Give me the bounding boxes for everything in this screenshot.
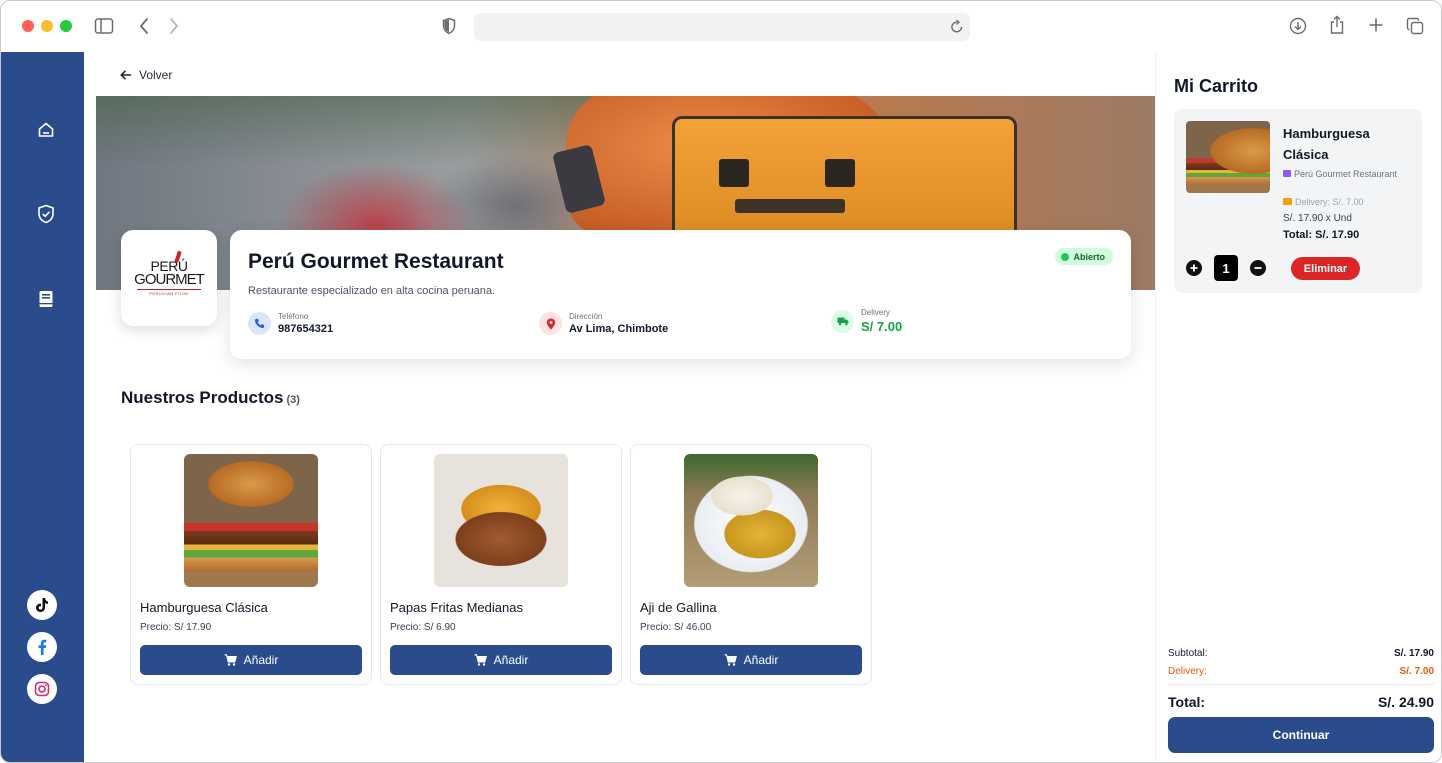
cart-item-delivery: Delivery: S/. 7.00 [1283,197,1364,207]
back-link[interactable]: Volver [120,68,172,82]
product-image [184,454,318,587]
subtotal-row: Subtotal: S/. 17.90 [1168,647,1434,659]
tiktok-icon[interactable] [27,590,57,620]
product-name: Hamburguesa Clásica [140,600,268,615]
share-icon[interactable] [1329,15,1345,35]
sidebar-toggle-icon[interactable] [94,17,114,35]
subtotal-value: S/. 17.90 [1393,647,1434,659]
phone-value: 987654321 [278,323,334,335]
truck-icon [1283,198,1292,205]
minus-icon [1254,267,1262,269]
cart-icon [474,654,487,666]
location-pin-icon [539,312,562,335]
download-icon[interactable] [1289,17,1307,35]
product-image [434,454,568,587]
total-row: Total: S/. 24.90 [1168,694,1434,710]
add-to-cart-button[interactable]: Añadir [390,645,612,675]
truck-icon [831,309,854,333]
arrow-left-icon [120,70,131,80]
product-name: Papas Fritas Medianas [390,600,523,615]
product-card: Aji de Gallina Precio: S/ 46.00 Añadir [630,444,872,685]
cart-item-image [1186,121,1270,193]
status-dot-icon [1060,252,1069,261]
tabs-icon[interactable] [1406,17,1424,35]
product-price: Precio: S/ 6.90 [390,622,456,633]
delivery-value: S/ 7.00 [861,319,903,334]
cart-title: Mi Carrito [1174,76,1259,96]
browser-window: Volver PERÚ GOURMET PERUVIAN FOOD Perú G… [0,0,1442,763]
cart-summary: Subtotal: S/. 17.90 Delivery: S/. 7.00 Tot… [1168,644,1434,713]
restaurant-logo: PERÚ GOURMET PERUVIAN FOOD [121,230,217,326]
delivery-info: Delivery S/ 7.00 [831,308,902,334]
product-card: Hamburguesa Clásica Precio: S/ 17.90 Aña… [130,444,372,685]
restaurant-info-card: Perú Gourmet Restaurant Abierto Restaura… [230,230,1131,359]
address-info: Dirección Av Lima, Chimbote [539,312,668,335]
decrease-quantity-button[interactable] [1250,260,1266,276]
back-icon[interactable] [138,17,150,35]
product-name: Aji de Gallina [640,600,717,615]
add-to-cart-button[interactable]: Añadir [640,645,862,675]
facebook-icon[interactable] [27,632,57,662]
status-badge: Abierto [1054,248,1113,265]
forward-icon[interactable] [168,17,180,35]
close-window-button[interactable] [22,20,34,32]
cart-item-unit-price: S/. 17.90 x Und [1283,213,1352,224]
phone-icon [248,312,271,335]
total-value: S/. 24.90 [1377,694,1434,710]
address-bar[interactable] [474,13,970,41]
cart-item-total: Total: S/. 17.90 [1283,229,1360,241]
product-price: Precio: S/ 17.90 [140,622,212,633]
reload-icon[interactable] [950,18,964,34]
products-heading: Nuestros Productos (3) [121,388,300,407]
product-price: Precio: S/ 46.00 [640,622,712,633]
book-icon[interactable] [34,287,58,311]
cart-item-name: Hamburguesa Clásica [1283,126,1370,162]
remove-item-button[interactable]: Eliminar [1291,257,1360,280]
back-label: Volver [139,68,173,82]
home-icon[interactable] [34,118,58,142]
instagram-icon[interactable] [27,674,57,704]
plus-icon [1190,264,1198,272]
cart-icon [724,654,737,666]
cart-panel: Mi Carrito Hamburguesa Clásica Perú Gour… [1155,52,1441,762]
zoom-window-button[interactable] [60,20,72,32]
minimize-window-button[interactable] [41,20,53,32]
cart-item: Hamburguesa Clásica Perú Gourmet Restaur… [1174,109,1422,293]
cart-icon [224,654,237,666]
restaurant-description: Restaurante especializado en alta cocina… [248,285,496,297]
quantity-value: 1 [1214,255,1238,281]
increase-quantity-button[interactable] [1186,260,1202,276]
products-count: (3) [286,394,300,406]
shield-icon [442,17,456,35]
delivery-row: Delivery: S/. 7.00 [1168,665,1434,677]
new-tab-icon[interactable] [1368,17,1384,33]
phone-info: Teléfono 987654321 [248,312,333,335]
sidebar [1,52,84,762]
restaurant-name: Perú Gourmet Restaurant [248,250,504,273]
continue-button[interactable]: Continuar [1168,717,1434,753]
restaurant-page: Volver PERÚ GOURMET PERUVIAN FOOD Perú G… [84,52,1155,762]
product-card: Papas Fritas Medianas Precio: S/ 6.90 Añ… [380,444,622,685]
address-value: Av Lima, Chimbote [569,323,669,335]
add-to-cart-button[interactable]: Añadir [140,645,362,675]
delivery-fee-value: S/. 7.00 [1399,665,1434,677]
shield-check-icon[interactable] [34,202,58,226]
browser-toolbar [1,1,1441,52]
cart-item-restaurant: Perú Gourmet Restaurant [1283,167,1403,182]
product-image [684,454,818,587]
store-icon [1283,170,1291,177]
